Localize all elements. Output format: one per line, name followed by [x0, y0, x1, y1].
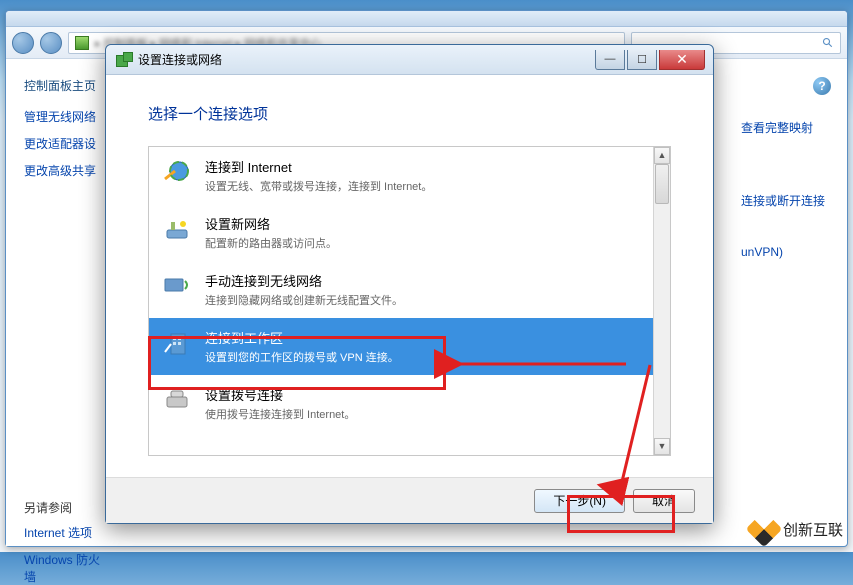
- link-vpn[interactable]: unVPN): [741, 245, 825, 259]
- option-connect-workplace[interactable]: 连接到工作区 设置到您的工作区的拨号或 VPN 连接。: [149, 318, 653, 375]
- option-new-network[interactable]: 设置新网络 配置新的路由器或访问点。: [149, 204, 653, 261]
- option-title: 设置拨号连接: [205, 385, 641, 404]
- sidebar-heading: 控制面板主页: [24, 77, 106, 94]
- dialog-footer: 下一步(N) 取消: [106, 477, 713, 523]
- building-icon: [161, 328, 193, 360]
- help-icon[interactable]: ?: [813, 77, 831, 95]
- watermark-text: 创新互联: [783, 519, 843, 540]
- option-desc: 连接到隐藏网络或创建新无线配置文件。: [205, 292, 641, 308]
- option-desc: 设置无线、宽带或拨号连接，连接到 Internet。: [205, 178, 641, 194]
- explorer-titlebar: [6, 11, 847, 27]
- dialog-icon: [116, 52, 132, 68]
- phone-icon: [161, 385, 193, 417]
- option-dialup[interactable]: 设置拨号连接 使用拨号连接连接到 Internet。: [149, 375, 653, 432]
- cancel-button[interactable]: 取消: [633, 489, 695, 513]
- sidebar-item-wireless[interactable]: 管理无线网络: [24, 108, 106, 125]
- scrollbar[interactable]: ▲ ▼: [653, 147, 670, 455]
- option-desc: 设置到您的工作区的拨号或 VPN 连接。: [205, 349, 641, 365]
- right-links: 查看完整映射 连接或断开连接 unVPN): [741, 119, 825, 265]
- search-icon: [822, 37, 834, 49]
- network-icon: [75, 36, 89, 50]
- option-title: 连接到 Internet: [205, 157, 641, 176]
- option-connect-internet[interactable]: 连接到 Internet 设置无线、宽带或拨号连接，连接到 Internet。: [149, 147, 653, 204]
- link-connect-disconnect[interactable]: 连接或断开连接: [741, 192, 825, 209]
- see-also-heading: 另请参阅: [24, 499, 106, 516]
- scroll-up-button[interactable]: ▲: [654, 147, 670, 164]
- minimize-button[interactable]: —: [595, 50, 625, 70]
- sidebar-item-firewall[interactable]: Windows 防火墙: [24, 551, 106, 585]
- dialog-heading: 选择一个连接选项: [148, 103, 671, 124]
- sidebar-item-adapter[interactable]: 更改适配器设: [24, 135, 106, 152]
- close-button[interactable]: ✕: [659, 50, 705, 70]
- next-button[interactable]: 下一步(N): [534, 489, 625, 513]
- maximize-button[interactable]: ☐: [627, 50, 657, 70]
- option-title: 设置新网络: [205, 214, 641, 233]
- setup-connection-dialog: 设置连接或网络 — ☐ ✕ 选择一个连接选项 连接到 Internet 设置无线…: [105, 44, 714, 524]
- dialog-titlebar[interactable]: 设置连接或网络 — ☐ ✕: [106, 45, 713, 75]
- back-button[interactable]: [12, 32, 34, 54]
- scroll-thumb[interactable]: [655, 164, 669, 204]
- forward-button[interactable]: [40, 32, 62, 54]
- option-title: 连接到工作区: [205, 328, 641, 347]
- watermark-icon: [746, 511, 783, 548]
- option-desc: 使用拨号连接连接到 Internet。: [205, 406, 641, 422]
- monitor-wireless-icon: [161, 271, 193, 303]
- option-desc: 配置新的路由器或访问点。: [205, 235, 641, 251]
- sidebar-item-internet-options[interactable]: Internet 选项: [24, 524, 106, 541]
- scroll-down-button[interactable]: ▼: [654, 438, 670, 455]
- options-list: 连接到 Internet 设置无线、宽带或拨号连接，连接到 Internet。 …: [148, 146, 671, 456]
- dialog-title: 设置连接或网络: [138, 51, 222, 68]
- watermark: 创新互联: [751, 516, 843, 542]
- option-manual-wireless[interactable]: 手动连接到无线网络 连接到隐藏网络或创建新无线配置文件。: [149, 261, 653, 318]
- link-view-map[interactable]: 查看完整映射: [741, 119, 825, 136]
- globe-icon: [161, 157, 193, 189]
- router-icon: [161, 214, 193, 246]
- sidebar: 控制面板主页 管理无线网络 更改适配器设 更改高级共享 另请参阅 Interne…: [6, 59, 106, 546]
- sidebar-item-sharing[interactable]: 更改高级共享: [24, 162, 106, 179]
- option-title: 手动连接到无线网络: [205, 271, 641, 290]
